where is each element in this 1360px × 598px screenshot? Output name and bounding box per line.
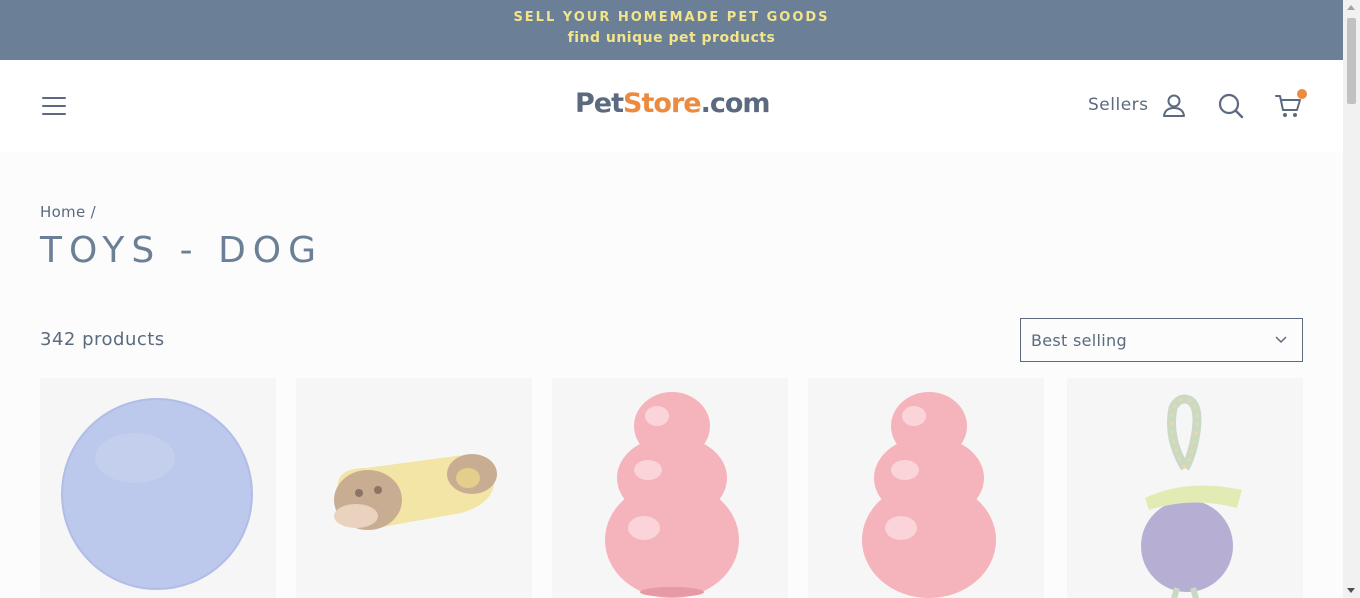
sellers-link[interactable]: Sellers <box>1088 95 1149 115</box>
monkey-plush-image <box>334 454 497 530</box>
search-icon[interactable] <box>1216 91 1246 121</box>
kong-toy-image <box>605 392 739 598</box>
product-grid <box>40 378 1303 598</box>
breadcrumb: Home / <box>40 203 96 221</box>
site-header: PetStore.com Sellers <box>0 60 1343 152</box>
page-scrollbar[interactable] <box>1343 0 1360 598</box>
logo-text-paw-o: o <box>653 88 672 119</box>
announcement-line-1[interactable]: SELL YOUR HOMEMADE PET GOODS <box>0 10 1343 25</box>
product-card-kong-1[interactable] <box>552 378 788 598</box>
rope-ball-image <box>1141 394 1242 598</box>
menu-icon[interactable] <box>40 94 68 118</box>
product-card-rope-ball[interactable] <box>1067 378 1303 598</box>
cart-badge <box>1297 89 1307 99</box>
breadcrumb-separator: / <box>90 203 96 221</box>
blue-ball-image <box>61 398 253 590</box>
site-logo[interactable]: PetStore.com <box>575 88 771 124</box>
cart-icon[interactable] <box>1274 89 1307 121</box>
logo-text-com: .com <box>700 88 771 119</box>
sort-selected-value: Best selling <box>1031 331 1127 350</box>
chevron-down-icon <box>1275 336 1287 344</box>
product-card-kong-2[interactable] <box>808 378 1044 598</box>
page-title: TOYS - DOG <box>40 230 324 271</box>
logo-text-re: re <box>670 88 702 119</box>
scrollbar-thumb[interactable] <box>1347 18 1356 104</box>
scroll-down-arrow-icon[interactable] <box>1347 588 1355 593</box>
product-card-monkey-plush[interactable] <box>296 378 532 598</box>
logo-text-pet: Pet <box>575 88 624 119</box>
kong-toy-image <box>862 392 996 598</box>
user-icon[interactable] <box>1160 91 1190 121</box>
logo-text-st: St <box>623 88 654 119</box>
announcement-bar[interactable]: SELL YOUR HOMEMADE PET GOODS find unique… <box>0 0 1343 60</box>
sort-select[interactable]: Best selling <box>1020 318 1303 362</box>
product-card-blue-ball[interactable] <box>40 378 276 598</box>
product-count: 342 products <box>40 329 165 350</box>
announcement-line-2[interactable]: find unique pet products <box>0 30 1343 46</box>
scroll-up-arrow-icon[interactable] <box>1347 5 1355 10</box>
breadcrumb-home-link[interactable]: Home <box>40 203 86 221</box>
